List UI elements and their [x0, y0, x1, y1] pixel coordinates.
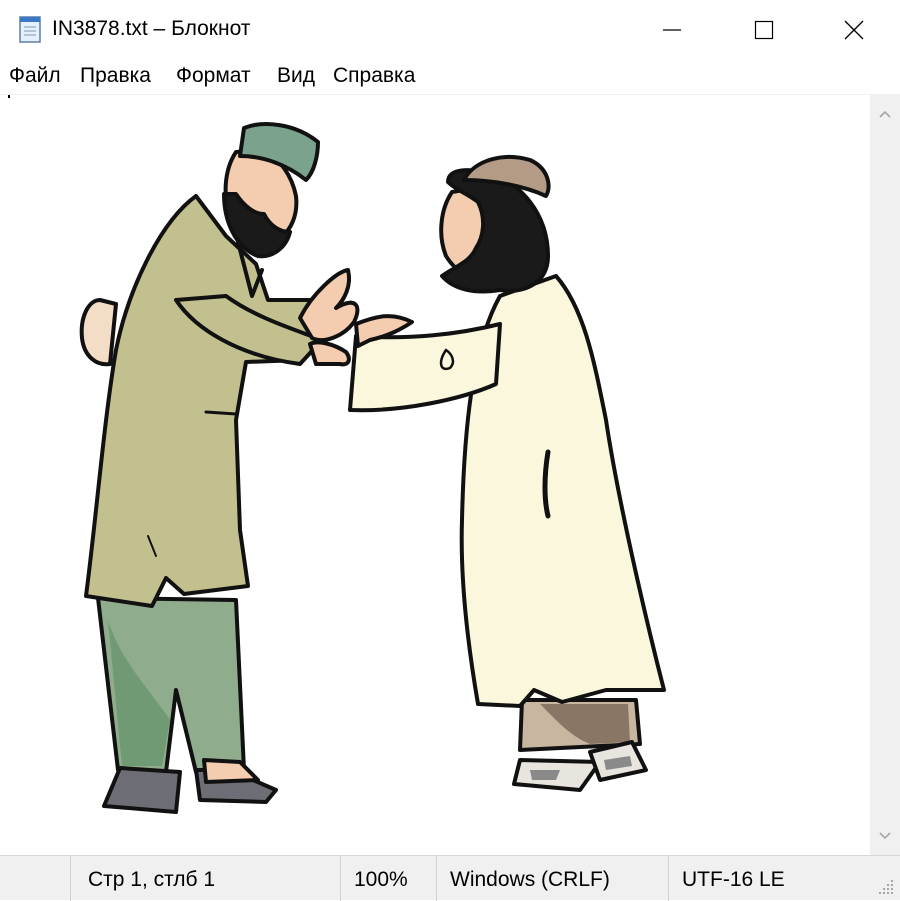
close-button[interactable] — [808, 0, 900, 60]
minimize-button[interactable] — [626, 0, 718, 60]
notepad-icon — [19, 16, 41, 43]
status-divider — [436, 856, 437, 901]
title-bar: IN3878.txt – Блокнот — [0, 0, 900, 60]
scroll-up-icon[interactable] — [878, 107, 892, 121]
window-title: IN3878.txt – Блокнот — [52, 17, 251, 40]
menu-edit[interactable]: Правка — [80, 64, 151, 88]
scroll-down-icon[interactable] — [878, 829, 892, 843]
menu-bar: Файл Правка Формат Вид Справка — [0, 60, 900, 94]
menu-help[interactable]: Справка — [333, 64, 415, 88]
vertical-scrollbar[interactable] — [870, 95, 900, 855]
text-editor-area[interactable] — [0, 95, 870, 855]
status-bar: Стр 1, стлб 1 100% Windows (CRLF) UTF-16… — [0, 855, 900, 901]
status-divider — [340, 856, 341, 901]
two-men-greeting-clipart — [79, 122, 666, 814]
minimize-icon — [663, 29, 681, 31]
status-divider — [668, 856, 669, 901]
menu-view[interactable]: Вид — [277, 64, 315, 88]
text-caret — [8, 95, 10, 98]
status-divider — [70, 856, 71, 901]
resize-grip-icon[interactable] — [876, 877, 896, 897]
status-line-endings: Windows (CRLF) — [450, 868, 610, 891]
maximize-button[interactable] — [718, 0, 810, 60]
menu-file[interactable]: Файл — [9, 64, 61, 88]
right-man-figure — [348, 154, 666, 792]
left-man-figure — [79, 122, 360, 814]
menu-format[interactable]: Формат — [176, 64, 251, 88]
maximize-icon — [754, 20, 774, 40]
close-icon — [844, 20, 864, 40]
status-zoom: 100% — [354, 868, 408, 891]
status-encoding: UTF-16 LE — [682, 868, 785, 891]
status-cursor-position: Стр 1, стлб 1 — [88, 868, 216, 891]
